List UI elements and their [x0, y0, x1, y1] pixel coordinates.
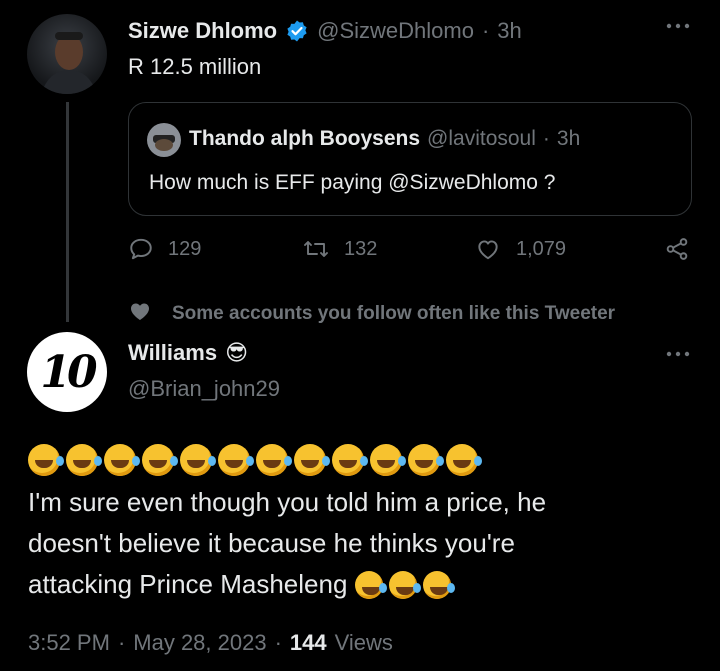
reply-icon: [128, 236, 154, 262]
rolling-laughing-emoji: [389, 570, 422, 599]
reply-author-handle[interactable]: @Brian_john29: [128, 376, 280, 402]
quoted-author-name: Thando alph Booysens: [189, 127, 421, 150]
verified-badge-icon: [285, 19, 309, 43]
rolling-laughing-emoji: [423, 570, 456, 599]
rolling-laughing-emoji: [294, 444, 330, 476]
quoted-author-avatar: [147, 123, 181, 157]
rolling-laughing-emoji: [66, 444, 102, 476]
reply-more-icon[interactable]: [665, 344, 691, 370]
reply-text-line-1: I'm sure even though you told him a pric…: [28, 487, 547, 517]
author-avatar[interactable]: [27, 14, 107, 94]
rolling-laughing-emoji: [370, 444, 406, 476]
quoted-time: 3h: [556, 127, 581, 150]
thread-connector: [66, 102, 69, 322]
quoted-author-handle: @lavitosoul: [427, 127, 536, 150]
share-button[interactable]: [664, 236, 690, 262]
retweet-button[interactable]: 132: [302, 236, 377, 262]
author-name[interactable]: Sizwe Dhlomo: [128, 18, 277, 44]
rolling-laughing-emoji: [355, 570, 388, 599]
reply-text-line-3: attacking Prince Masheleng: [28, 569, 348, 599]
like-icon: [474, 236, 502, 262]
reply-text-line-2: doesn't believe it because he thinks you…: [28, 528, 515, 558]
rolling-laughing-emoji: [332, 444, 368, 476]
rolling-laughing-emoji: [180, 444, 216, 476]
rolling-laughing-emoji: [446, 444, 482, 476]
reply-footer: 3:52 PM · May 28, 2023 · 144 Views: [28, 630, 393, 656]
author-avatar-image: [41, 32, 97, 94]
rolling-laughing-emoji: [142, 444, 178, 476]
reply-author-name[interactable]: Williams: [128, 340, 217, 366]
rolling-laughing-emoji: [104, 444, 140, 476]
reply-count: 129: [168, 237, 202, 260]
more-icon[interactable]: [665, 16, 691, 42]
rolling-laughing-emoji: [408, 444, 444, 476]
header-separator: ·: [481, 18, 490, 43]
footer-time[interactable]: 3:52 PM: [28, 630, 110, 656]
rolling-laughing-emoji: [218, 444, 254, 476]
tweet-text: R 12.5 million: [128, 54, 262, 79]
trailing-emojis: [355, 570, 457, 599]
reply-text: I'm sure even though you told him a pric…: [28, 482, 546, 605]
rolling-laughing-emoji: [256, 444, 292, 476]
share-icon: [664, 236, 690, 262]
quoted-separator: ·: [542, 127, 550, 150]
tweet-time[interactable]: 3h: [497, 18, 521, 44]
author-handle[interactable]: @SizweDhlomo: [317, 18, 474, 44]
reply-button[interactable]: 129: [128, 236, 201, 262]
social-context: Some accounts you follow often like this…: [128, 300, 615, 328]
views-count: 144: [289, 630, 327, 655]
footer-separator: ·: [274, 630, 282, 655]
heart-social-icon: [128, 300, 152, 328]
retweet-icon: [302, 236, 330, 262]
social-context-text: Some accounts you follow often like this…: [172, 303, 616, 324]
sunglasses-emoji: 😎: [225, 340, 248, 365]
quoted-text: How much is EFF paying @SizweDhlomo ?: [149, 171, 556, 194]
footer-date[interactable]: May 28, 2023: [133, 630, 266, 656]
views-label: Views: [334, 630, 393, 655]
reply-author-avatar[interactable]: 10: [27, 332, 107, 412]
like-button[interactable]: 1,079: [474, 236, 566, 262]
retweet-count: 132: [344, 237, 378, 260]
like-count: 1,079: [516, 237, 567, 260]
reply-avatar-logo: 10: [40, 346, 97, 398]
quoted-tweet-card[interactable]: Thando alph Booysens @lavitosoul · 3h Ho…: [128, 102, 692, 216]
footer-separator: ·: [117, 630, 126, 655]
emoji-row: [28, 444, 484, 476]
rolling-laughing-emoji: [28, 444, 64, 476]
